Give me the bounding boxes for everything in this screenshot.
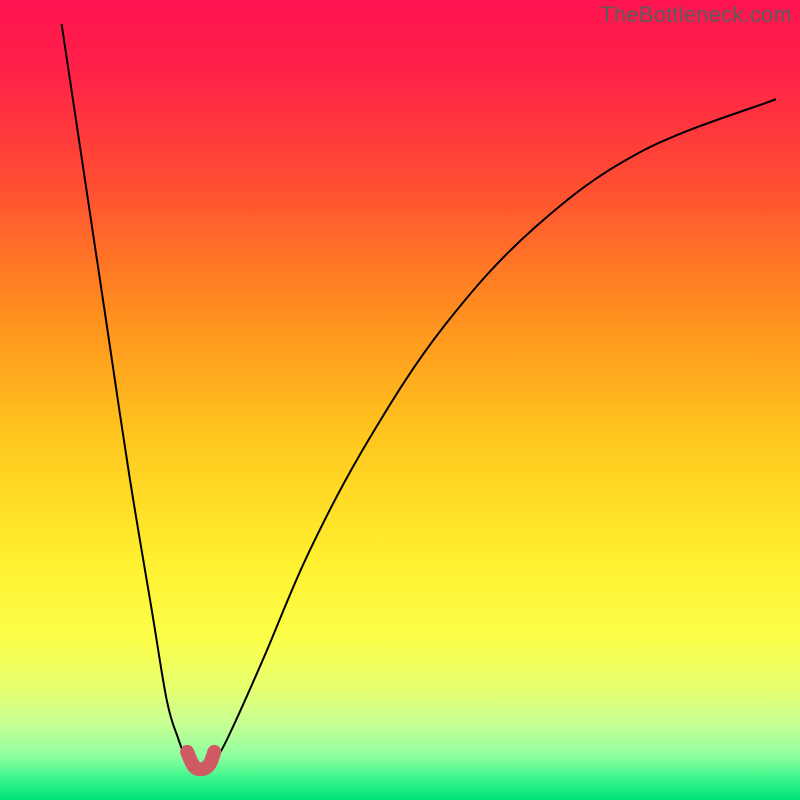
curve-left-branch xyxy=(62,24,201,767)
curve-minimum-marker xyxy=(187,752,214,769)
curve-right-branch xyxy=(201,99,776,767)
chart-frame: TheBottleneck.com xyxy=(0,0,800,800)
chart-curves xyxy=(24,24,776,776)
watermark-text: TheBottleneck.com xyxy=(600,2,792,28)
